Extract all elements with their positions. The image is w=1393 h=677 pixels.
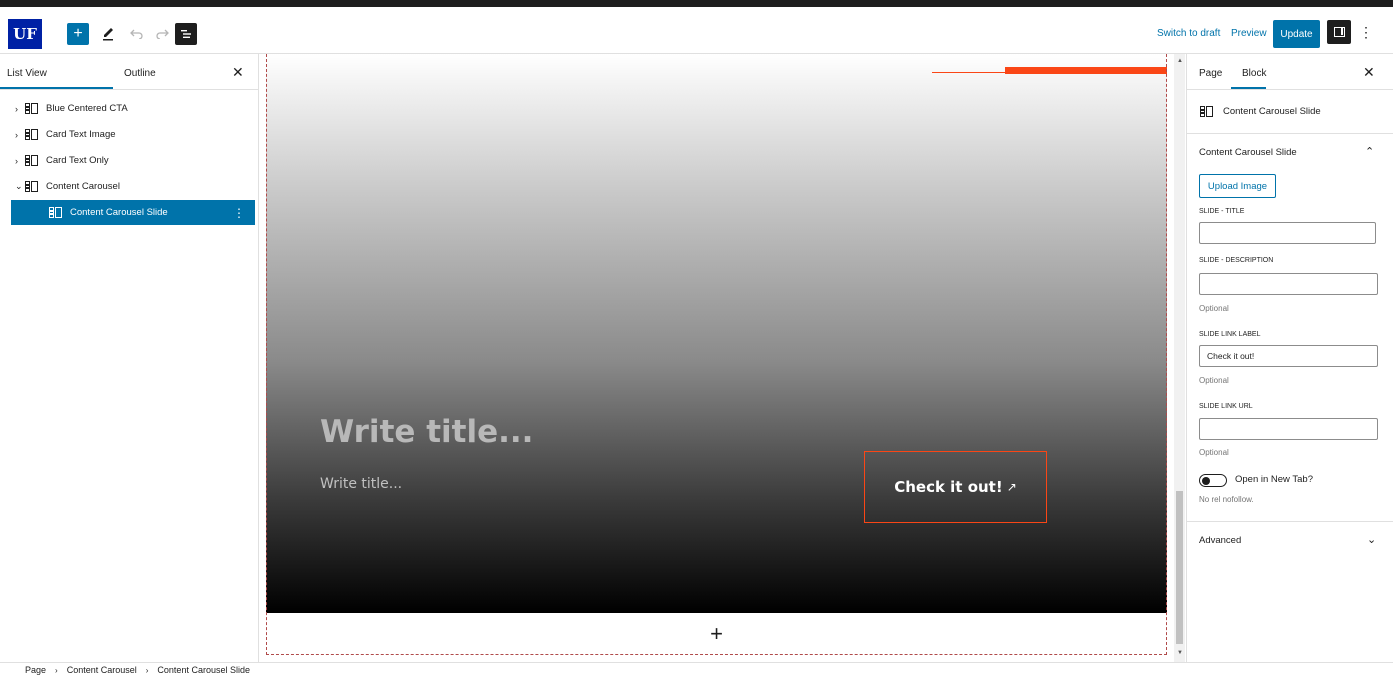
divider — [1187, 521, 1393, 522]
list-view-icon — [181, 30, 191, 38]
block-icon — [25, 155, 38, 166]
site-logo[interactable]: UF — [8, 19, 42, 49]
sidebar-toggle-icon — [1333, 27, 1345, 37]
undo-button[interactable] — [126, 23, 146, 45]
breadcrumb-item[interactable]: Content Carousel — [67, 665, 137, 675]
switch-to-draft-link[interactable]: Switch to draft — [1157, 28, 1220, 39]
list-view-panel: List View Outline ✕ › Blue Centered CTA … — [0, 54, 259, 662]
nofollow-help: No rel nofollow. — [1199, 495, 1254, 504]
tools-pen-button[interactable] — [98, 23, 118, 45]
list-item[interactable]: › Card Text Only — [11, 148, 255, 173]
chevron-right-icon[interactable]: › — [11, 156, 25, 166]
settings-sidebar-button[interactable] — [1327, 20, 1351, 44]
tab-block[interactable]: Block — [1242, 68, 1266, 79]
block-icon — [25, 129, 38, 140]
chevron-right-icon[interactable]: › — [11, 104, 25, 114]
tab-outline[interactable]: Outline — [124, 68, 156, 79]
slide-link-label-input[interactable]: Check it out! — [1199, 345, 1378, 367]
canvas-scrollbar[interactable]: ▲ ▼ — [1174, 54, 1185, 662]
settings-sidebar: Page Block ✕ Content Carousel Slide Cont… — [1186, 54, 1393, 662]
active-tab-indicator — [1231, 87, 1266, 89]
scroll-up-icon[interactable]: ▲ — [1177, 58, 1183, 64]
scroll-down-icon[interactable]: ▼ — [1177, 650, 1183, 656]
editor-toolbar: UF + Switch to draft Preview Update ⋮ — [0, 7, 1393, 54]
slide-link-url-input[interactable] — [1199, 418, 1378, 440]
panel-section-title[interactable]: Content Carousel Slide — [1199, 147, 1297, 158]
pen-icon — [103, 28, 113, 41]
preview-link[interactable]: Preview — [1231, 28, 1267, 39]
active-tab-indicator — [0, 87, 113, 89]
list-item-label: Blue Centered CTA — [46, 103, 128, 114]
list-item[interactable]: › Card Text Image — [11, 122, 255, 147]
breadcrumb: Page › Content Carousel › Content Carous… — [0, 662, 1393, 677]
scroll-thumb[interactable] — [1176, 491, 1183, 644]
chevron-down-icon[interactable]: ⌄ — [1367, 533, 1376, 546]
slide-description-help: Optional — [1199, 304, 1229, 313]
chevron-right-icon: › — [145, 665, 149, 675]
sidebar-tabs: Page Block ✕ — [1187, 54, 1393, 90]
tab-page[interactable]: Page — [1199, 68, 1222, 79]
list-item-label: Content Carousel — [46, 181, 120, 192]
slide-description-input[interactable] — [1199, 273, 1378, 295]
block-options-icon[interactable]: ⋮ — [233, 206, 245, 220]
list-item-selected[interactable]: Content Carousel Slide ⋮ — [11, 200, 255, 225]
slide-description-label: SLIDE - DESCRIPTION — [1199, 257, 1274, 264]
list-view-tabs: List View Outline ✕ — [0, 54, 258, 90]
list-item-label: Card Text Image — [46, 129, 116, 140]
redo-icon — [155, 29, 169, 39]
redo-button[interactable] — [152, 23, 172, 45]
breadcrumb-item[interactable]: Page — [25, 665, 46, 675]
chevron-right-icon[interactable]: › — [11, 130, 25, 140]
chevron-up-icon[interactable]: ⌃ — [1365, 145, 1374, 158]
open-new-tab-label: Open in New Tab? — [1235, 474, 1313, 485]
add-block-button[interactable]: + — [67, 23, 89, 45]
advanced-section-title[interactable]: Advanced — [1199, 535, 1241, 546]
slide-title-label: SLIDE - TITLE — [1199, 208, 1245, 215]
close-icon[interactable]: ✕ — [232, 64, 244, 81]
more-options-button[interactable]: ⋮ — [1359, 22, 1373, 42]
block-card-title: Content Carousel Slide — [1223, 106, 1321, 117]
slide-link-label-label: SLIDE LINK LABEL — [1199, 331, 1261, 338]
update-button[interactable]: Update — [1273, 20, 1320, 48]
slide-title-input[interactable] — [1199, 222, 1376, 244]
chevron-down-icon[interactable]: ⌄ — [11, 181, 25, 192]
document-overview-button[interactable] — [175, 23, 197, 45]
block-card: Content Carousel Slide — [1187, 90, 1393, 134]
list-item[interactable]: › Blue Centered CTA — [11, 96, 255, 121]
editor-canvas: Write title... Write title... Check it o… — [260, 54, 1172, 662]
breadcrumb-item[interactable]: Content Carousel Slide — [157, 665, 250, 675]
block-icon — [1200, 106, 1213, 117]
open-new-tab-toggle[interactable] — [1199, 474, 1227, 487]
undo-icon — [129, 29, 143, 39]
slide-link-url-label: SLIDE LINK URL — [1199, 403, 1253, 410]
list-item[interactable]: ⌄ Content Carousel — [11, 174, 255, 199]
block-outline — [266, 54, 1167, 655]
list-item-label: Card Text Only — [46, 155, 109, 166]
block-icon — [49, 207, 62, 218]
top-strip — [0, 0, 1393, 7]
block-icon — [25, 103, 38, 114]
chevron-right-icon: › — [55, 665, 58, 675]
tab-list-view[interactable]: List View — [7, 68, 47, 79]
list-item-label: Content Carousel Slide — [70, 207, 168, 218]
block-icon — [25, 181, 38, 192]
slide-link-label-help: Optional — [1199, 376, 1229, 385]
close-icon[interactable]: ✕ — [1363, 64, 1375, 81]
upload-image-button[interactable]: Upload Image — [1199, 174, 1276, 198]
slide-link-url-help: Optional — [1199, 448, 1229, 457]
